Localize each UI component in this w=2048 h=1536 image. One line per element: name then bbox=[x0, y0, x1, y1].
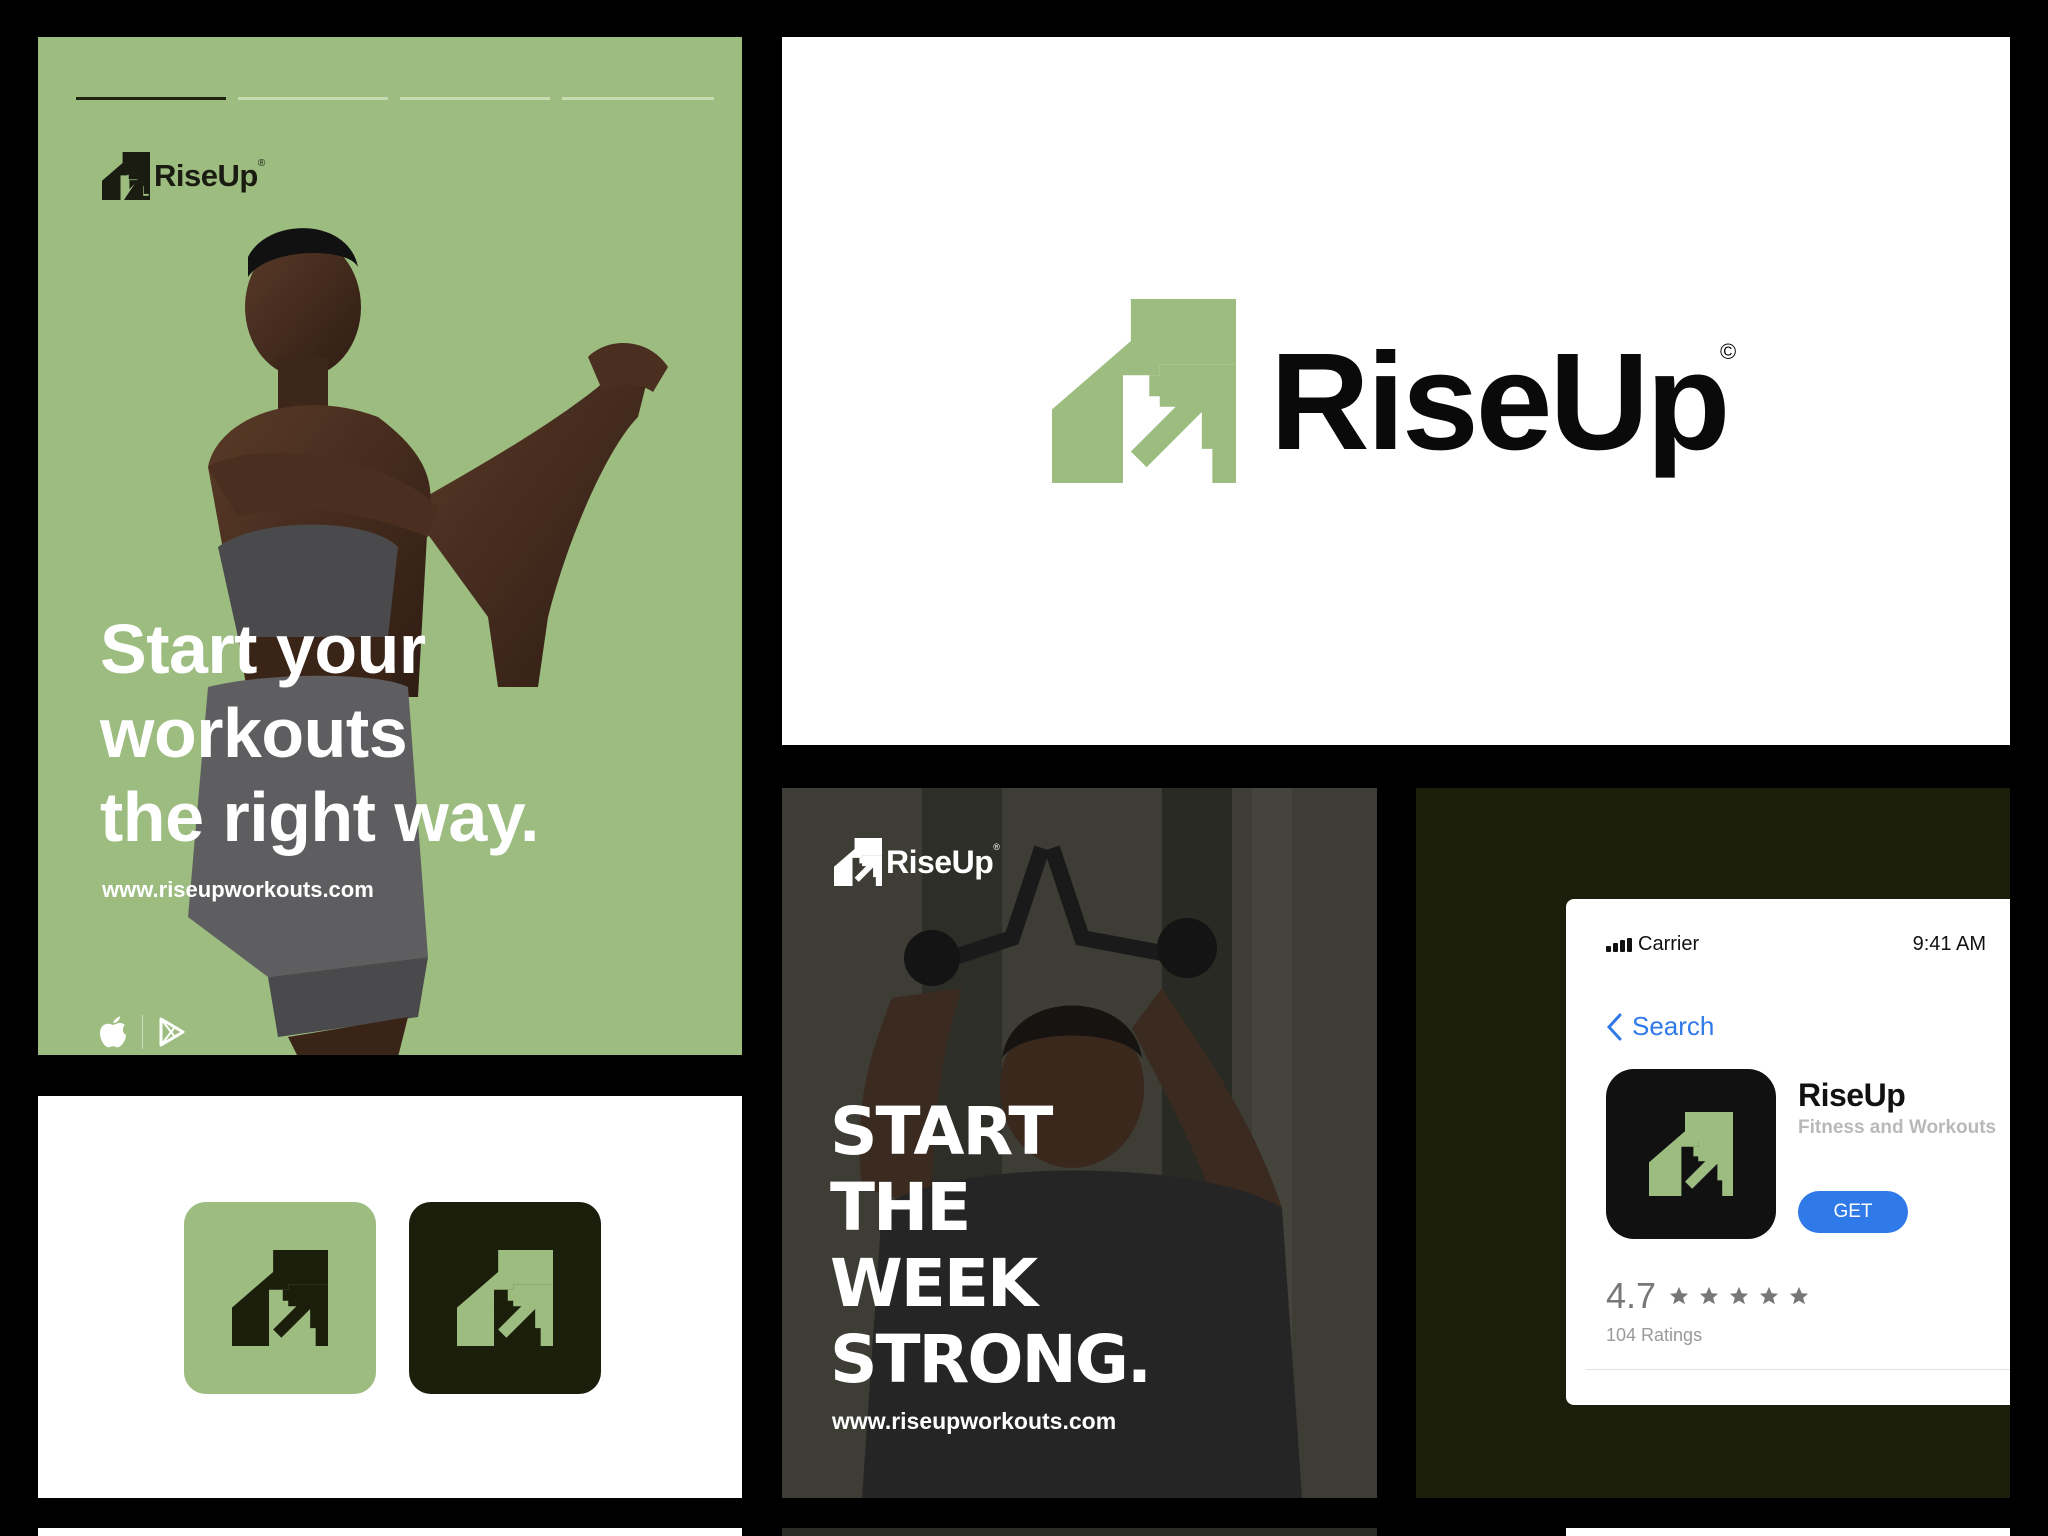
star-icon bbox=[1729, 1286, 1749, 1305]
partial-panel bbox=[38, 1528, 742, 1536]
star-icon bbox=[1789, 1286, 1809, 1305]
website-url[interactable]: www.riseupworkouts.com bbox=[832, 1408, 1116, 1435]
get-button[interactable]: GET bbox=[1798, 1191, 1908, 1233]
green-app-icon bbox=[184, 1202, 376, 1394]
headline-line: THE bbox=[830, 1169, 971, 1246]
apple-icon[interactable] bbox=[98, 1015, 128, 1049]
star-icon bbox=[1759, 1286, 1779, 1305]
copyright-mark: © bbox=[1720, 339, 1737, 364]
back-search-link[interactable]: Search bbox=[1606, 1011, 1714, 1042]
dark-poster: RiseUp ® START THE WEEK STRONG. www.rise… bbox=[782, 788, 1377, 1498]
app-name: RiseUp bbox=[1798, 1077, 1906, 1113]
progress-bar bbox=[400, 97, 550, 100]
headline-line: START bbox=[830, 1093, 1053, 1170]
headline-line: Start your bbox=[100, 610, 426, 688]
store-icons bbox=[98, 1015, 187, 1049]
app-subtitle: Fitness and Workouts bbox=[1798, 1117, 1997, 1138]
riseup-logo-mark-icon bbox=[1052, 299, 1236, 483]
carrier-status: Carrier bbox=[1606, 933, 1699, 956]
riseup-logo-mark-icon bbox=[1649, 1112, 1733, 1196]
rating: 4.7 bbox=[1606, 1275, 1810, 1317]
signal-icon bbox=[1606, 937, 1632, 952]
brand-wordmark: RiseUp bbox=[886, 843, 994, 880]
store-app-icon[interactable] bbox=[1606, 1069, 1776, 1239]
riseup-logo-mark-icon bbox=[834, 838, 882, 886]
poster-logo: RiseUp ® bbox=[834, 838, 1000, 886]
brand-wordmark: RiseUp bbox=[154, 158, 258, 193]
google-play-icon[interactable] bbox=[157, 1017, 187, 1047]
progress-bar bbox=[562, 97, 714, 100]
headline-line: the right way. bbox=[100, 778, 539, 856]
dark-app-icon bbox=[409, 1202, 601, 1394]
headline-line: WEEK bbox=[830, 1245, 1038, 1322]
progress-bar-active bbox=[76, 97, 226, 100]
back-label: Search bbox=[1632, 1011, 1715, 1041]
poster-headline: START THE WEEK STRONG. bbox=[830, 1094, 1370, 1398]
app-store-panel: Carrier 9:41 AM Search RiseUp Fitness an… bbox=[1416, 788, 2010, 1498]
poster-logo: RiseUp ® bbox=[102, 152, 265, 200]
logo-panel: RiseUp © bbox=[782, 37, 2010, 745]
registered-mark: ® bbox=[993, 842, 1000, 852]
star-rating bbox=[1668, 1285, 1810, 1307]
progress-bar bbox=[238, 97, 388, 100]
partial-panel bbox=[1566, 1528, 2010, 1536]
app-icons-panel bbox=[38, 1096, 742, 1498]
app-store-card: Carrier 9:41 AM Search RiseUp Fitness an… bbox=[1566, 899, 2010, 1405]
partial-panel bbox=[782, 1528, 1377, 1536]
headline-line: workouts bbox=[100, 694, 408, 772]
green-poster: RiseUp ® Start your workouts the right w… bbox=[38, 37, 742, 1055]
star-icon bbox=[1669, 1286, 1689, 1305]
rating-value: 4.7 bbox=[1606, 1275, 1657, 1316]
poster-headline: Start your workouts the right way. bbox=[100, 607, 700, 859]
status-bar: Carrier 9:41 AM bbox=[1606, 933, 1986, 956]
ratings-count: 104 Ratings bbox=[1606, 1325, 1703, 1345]
chevron-left-icon bbox=[1606, 1013, 1622, 1040]
brand-wordmark: RiseUp bbox=[1270, 325, 1730, 479]
registered-mark: ® bbox=[257, 158, 266, 169]
riseup-logo-mark-icon bbox=[457, 1250, 553, 1346]
headline-line: STRONG. bbox=[830, 1321, 1152, 1398]
carrier-label: Carrier bbox=[1638, 933, 1700, 955]
riseup-logo-mark-icon bbox=[232, 1250, 328, 1346]
star-icon bbox=[1699, 1286, 1719, 1305]
divider bbox=[142, 1015, 143, 1049]
clock: 9:41 AM bbox=[1912, 933, 1986, 955]
website-url[interactable]: www.riseupworkouts.com bbox=[102, 877, 374, 903]
divider bbox=[1586, 1369, 2010, 1370]
riseup-logo-mark-icon bbox=[102, 152, 150, 200]
